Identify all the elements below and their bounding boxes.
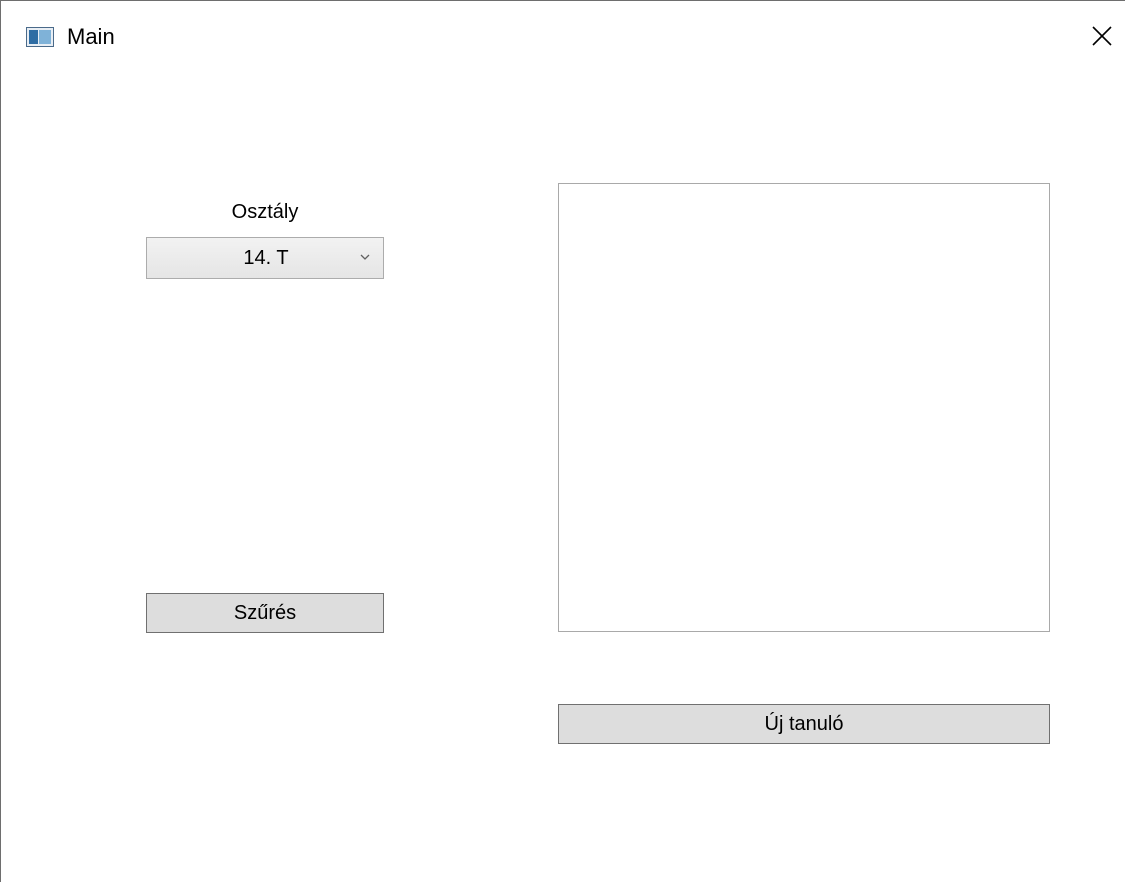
chevron-down-icon <box>360 254 370 260</box>
student-list[interactable] <box>558 183 1050 632</box>
app-window-icon <box>26 27 54 47</box>
window-title: Main <box>67 24 115 49</box>
class-select-value: 14. T <box>243 247 289 269</box>
new-student-button[interactable]: Új tanuló <box>558 704 1050 744</box>
filter-button[interactable]: Szűrés <box>146 593 384 633</box>
class-select[interactable]: 14. T <box>146 237 384 279</box>
main-window: Main Osztály 14. T Szűrés Új tanuló <box>0 0 1125 882</box>
class-label: Osztály <box>231 201 299 223</box>
close-icon <box>1092 26 1112 46</box>
title-bar[interactable]: Main <box>1 1 1125 71</box>
close-button[interactable] <box>1079 13 1125 59</box>
